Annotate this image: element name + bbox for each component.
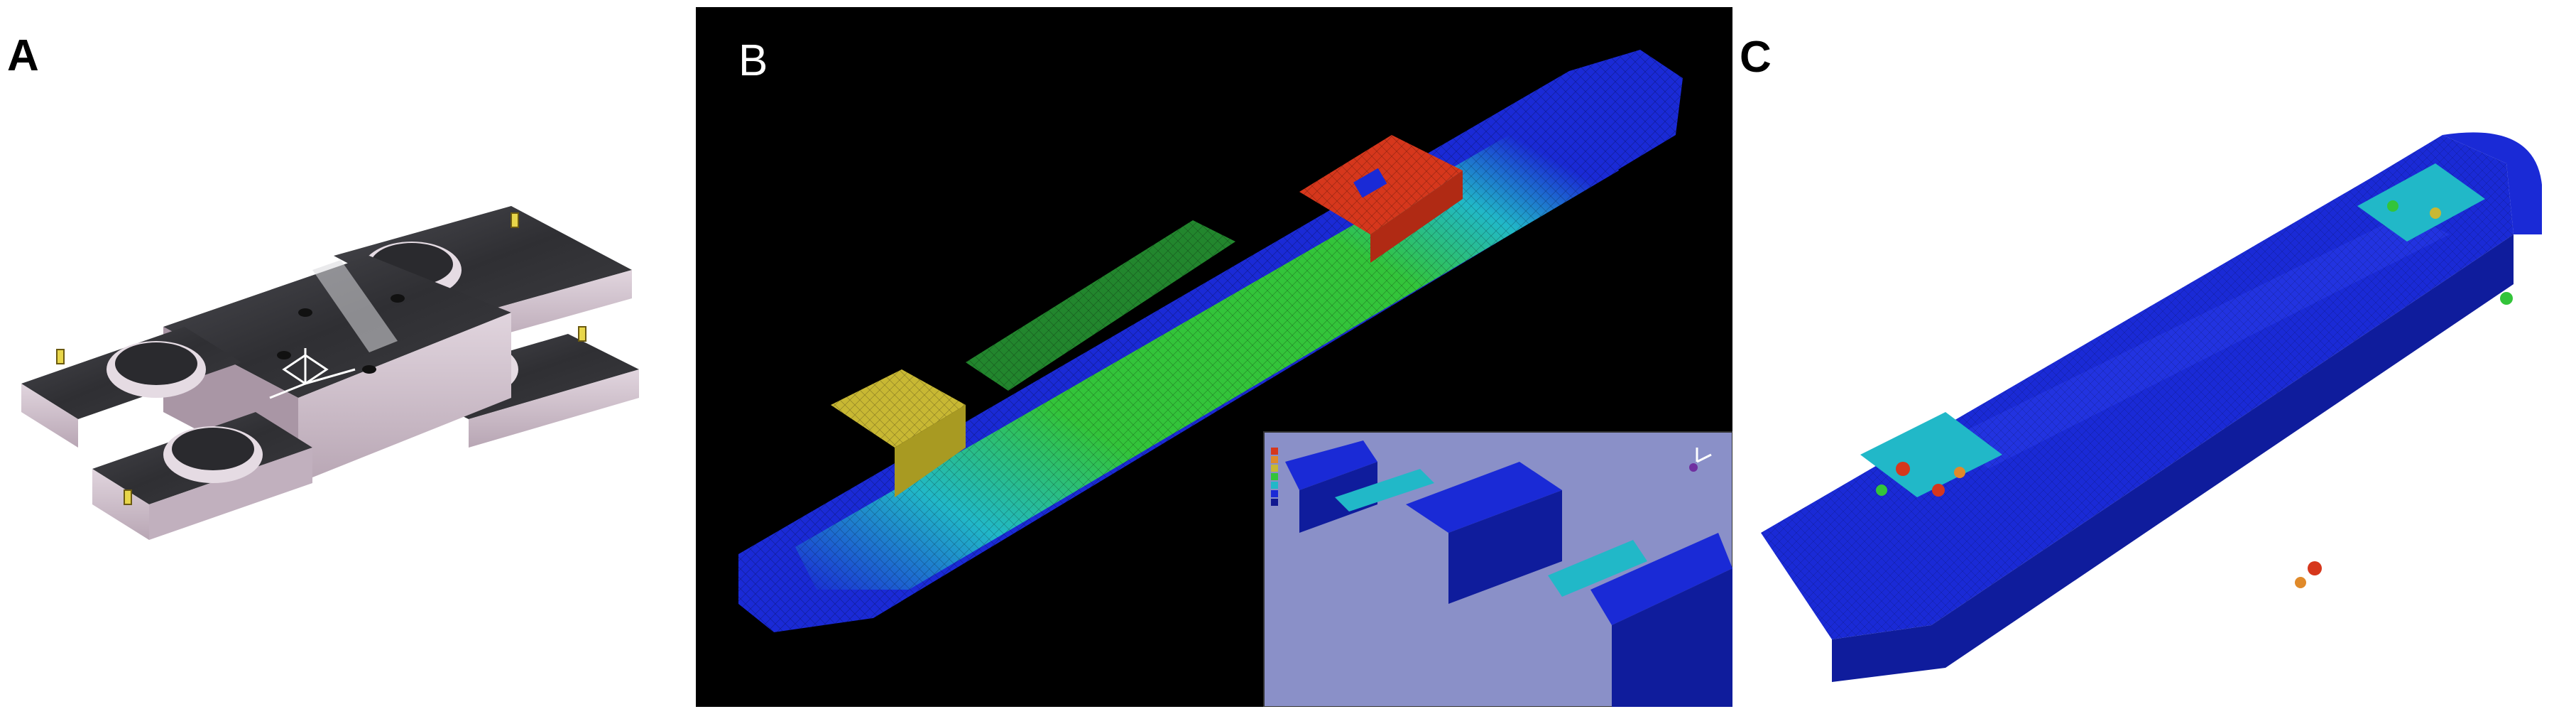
fem-stress-contour-rail-icon — [738, 50, 1732, 707]
panel-b: B — [696, 7, 1732, 707]
panel-label-b: B — [738, 36, 768, 85]
fem-stress-contour-plate-icon — [1761, 132, 2542, 682]
panel-a: A — [0, 0, 667, 709]
panel-label-c: C — [1740, 33, 1772, 82]
fem-inset-view — [1263, 431, 1732, 707]
panel-label-a: A — [7, 31, 39, 80]
cad-bracket-model-icon — [21, 206, 639, 540]
panel-c: C — [1732, 0, 2576, 709]
